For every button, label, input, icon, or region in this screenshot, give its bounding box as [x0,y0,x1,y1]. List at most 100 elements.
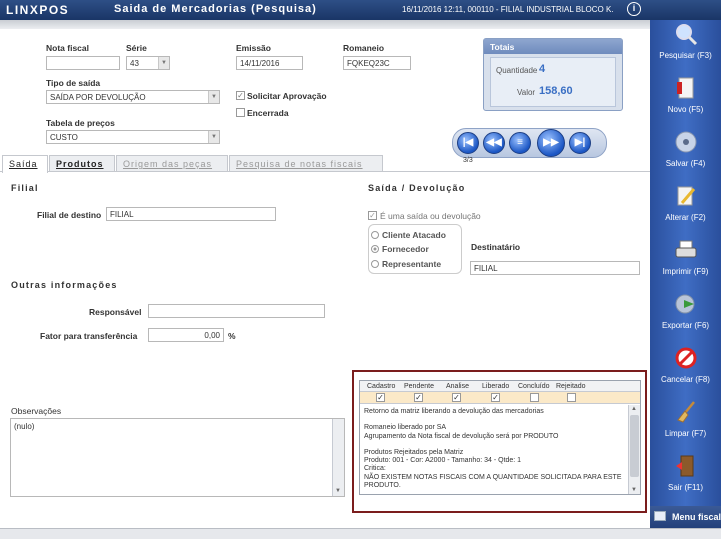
next-record-button[interactable]: ▶▶ [537,129,565,157]
filial-destino-label: Filial de destino [37,210,102,220]
exportar-button[interactable]: Exportar (F6) [650,290,721,344]
encerrada-checkbox[interactable] [236,108,245,117]
menu-fiscal-button[interactable]: Menu fiscal [650,506,721,528]
encerrada-label: Encerrada [247,108,289,118]
salvar-button[interactable]: Salvar (F4) [650,128,721,182]
quantidade-value: 4 [539,63,546,75]
destinatario-label: Destinatário [471,242,521,252]
exportar-label: Exportar (F6) [661,321,710,330]
tab-saida[interactable]: Saída [2,155,48,173]
chevron-down-icon: ▼ [208,91,219,103]
col-cadastro: Cadastro [367,383,396,390]
app-logo: LINXPOS [6,3,70,17]
solicitar-aprovacao-label: Solicitar Aprovação [247,91,327,101]
serie-select[interactable]: 43 ▼ [126,56,170,70]
exit-door-icon [676,455,694,477]
concluido-checkbox[interactable] [530,393,539,402]
emissao-input[interactable]: 14/11/2016 [236,56,303,70]
romaneio-input[interactable]: FQKEQ23C [343,56,411,70]
scroll-down-icon[interactable]: ▼ [335,488,341,494]
novo-button[interactable]: Novo (F5) [650,74,721,128]
analise-checkbox[interactable]: ✓ [452,393,461,402]
col-pendente: Pendente [404,383,434,390]
approval-notes-text: Retorno da matriz liberando a devolução … [364,408,622,489]
pendente-checkbox[interactable]: ✓ [414,393,423,402]
fator-label: Fator para transferência [40,331,138,341]
serie-label: Série [126,43,147,53]
tabela-precos-label: Tabela de preços [46,118,115,128]
nota-fiscal-input[interactable] [46,56,120,70]
saida-devolucao-section-title: Saída / Devolução [368,183,466,193]
limpar-button[interactable]: Limpar (F7) [650,398,721,452]
sair-button[interactable]: Sair (F11) [650,452,721,506]
last-record-button[interactable]: ▶| [569,132,591,154]
fornecedor-label: Fornecedor [382,244,429,254]
radio-representante[interactable] [371,260,379,268]
observacoes-scrollbar[interactable]: ▼ [332,419,344,496]
alterar-button[interactable]: Alterar (F2) [650,182,721,236]
e-saida-label: É uma saída ou devolução [380,211,481,221]
imprimir-button[interactable]: Imprimir (F9) [650,236,721,290]
salvar-label: Salvar (F4) [665,159,706,168]
solicitar-aprovacao-checkbox[interactable]: ✓ [236,91,245,100]
tab-origem-pecas[interactable]: Origem das peças [116,155,228,172]
record-navigator: |◀ ◀◀ ≡ ▶▶ ▶| [452,128,607,158]
serie-value: 43 [130,59,139,68]
col-liberado: Liberado [482,383,510,390]
tab-pesquisa-notas[interactable]: Pesquisa de notas fiscais [229,155,383,172]
filial-destino-input[interactable]: FILIAL [106,207,276,221]
nota-fiscal-label: Nota fiscal [46,43,89,53]
fator-input[interactable]: 0,00 [148,328,224,342]
tipo-saida-label: Tipo de saída [46,78,101,88]
responsavel-input[interactable] [148,304,325,318]
pesquisar-button[interactable]: Pesquisar (F3) [650,20,721,74]
alterar-label: Alterar (F2) [665,213,706,222]
outras-section-title: Outras informações [11,280,118,290]
pesquisar-label: Pesquisar (F3) [659,51,712,60]
cadastro-checkbox[interactable]: ✓ [376,393,385,402]
cancel-icon [675,347,697,369]
cancelar-button[interactable]: Cancelar (F8) [650,344,721,398]
window-title: Saida de Mercadorias (Pesquisa) [114,3,317,15]
scroll-thumb[interactable] [630,415,639,477]
liberado-checkbox[interactable]: ✓ [491,393,500,402]
totals-title: Totais [484,39,622,54]
search-icon [676,24,698,46]
rejeitado-checkbox[interactable] [567,393,576,402]
action-sidebar: Pesquisar (F3) Novo (F5) Salvar (F4) Alt… [650,20,721,528]
menu-fiscal-label: Menu fiscal [672,512,721,522]
info-icon[interactable]: i [627,2,641,16]
tab-produtos[interactable]: Produtos [49,155,115,172]
destinatario-input[interactable]: FILIAL [470,261,640,275]
e-saida-checkbox[interactable]: ✓ [368,211,377,220]
tipo-saida-select[interactable]: SAÍDA POR DEVOLUÇÃO ▼ [46,90,220,104]
valor-value: 158,60 [539,85,573,97]
chevron-down-icon: ▼ [208,131,219,143]
representante-label: Representante [382,259,442,269]
radio-cliente-atacado[interactable] [371,231,379,239]
radio-fornecedor[interactable] [371,245,379,253]
scroll-up-icon[interactable]: ▲ [631,406,637,412]
first-record-button[interactable]: |◀ [457,132,479,154]
novo-label: Novo (F5) [667,105,704,114]
status-bar [0,528,721,539]
list-button[interactable]: ≡ [509,132,531,154]
scroll-down-icon[interactable]: ▼ [631,487,637,493]
toolbar-strip [0,20,650,29]
tabela-precos-select[interactable]: CUSTO ▼ [46,130,220,144]
filial-section-title: Filial [11,183,39,193]
new-document-icon [677,77,694,99]
col-rejeitado: Rejeitado [556,383,586,390]
cliente-atacado-label: Cliente Atacado [382,230,446,240]
export-icon [675,294,695,314]
approval-status-checks: ✓ ✓ ✓ ✓ [360,392,640,404]
valor-label: Valor [517,88,536,97]
broom-icon [677,401,695,423]
session-info: 16/11/2016 12:11, 000110 - FILIAL INDUST… [402,5,614,14]
observacoes-textarea[interactable]: (nulo) ▼ [10,418,345,497]
printer-icon [675,240,697,258]
totals-panel: Totais Quantidade 4 Valor 158,60 [483,38,623,111]
approval-notes-scrollbar[interactable]: ▲ ▼ [628,405,640,494]
col-analise: Analise [446,383,469,390]
previous-record-button[interactable]: ◀◀ [483,132,505,154]
